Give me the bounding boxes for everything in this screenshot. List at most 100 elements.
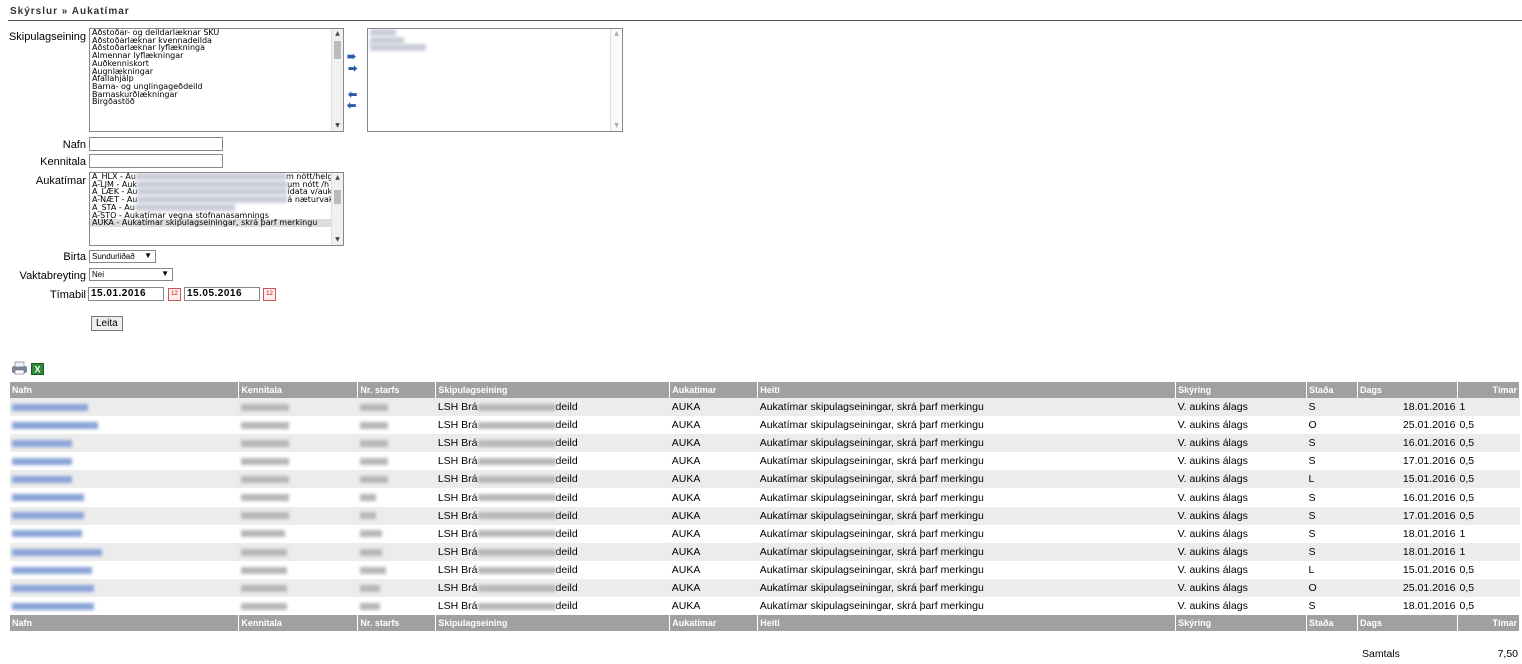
skipulag-option[interactable]: Birgðastöð	[90, 98, 343, 106]
aukatimar-option[interactable]: AUKA - Aukatímar skipulagseiningar, skrá…	[90, 219, 343, 227]
aukatimar-listbox[interactable]: A_HLX - Au m nótt/helgi A-LJM - Auk um nótt…	[89, 172, 344, 246]
table-row[interactable]: LSH Brá deild AUKA Aukatímar skipulagseinin…	[10, 506, 1520, 525]
calendar-icon[interactable]: 12	[263, 288, 276, 301]
cell-timar: 0,5	[1457, 434, 1520, 453]
column-header[interactable]: Dags	[1357, 615, 1458, 632]
cell-skyring: V. aukins álags	[1175, 470, 1307, 489]
column-header[interactable]: Nafn	[10, 382, 240, 398]
printer-icon[interactable]	[10, 361, 30, 380]
cell-skipulagseining: LSH Brá deild	[435, 470, 670, 489]
total-label: Samtals	[1362, 648, 1400, 660]
aukatimar-scrollbar[interactable]: ▲ ▼	[331, 173, 343, 245]
date-from-input[interactable]: 15.01.2016	[88, 287, 164, 301]
cell-nr-starfs	[358, 597, 436, 615]
cell-skipulagseining: LSH Brá deild	[437, 455, 578, 468]
cell-dags: 17.01.2016	[1402, 455, 1456, 468]
table-row[interactable]: LSH Brá deild AUKA Aukatímar skipulagseinin…	[10, 452, 1520, 470]
cell-timar: 1	[1459, 527, 1466, 540]
table-row[interactable]: LSH Brá deild AUKA Aukatímar skipulagseinin…	[10, 470, 1520, 489]
nafn-input[interactable]	[89, 137, 223, 151]
cell-nr-starfs	[357, 542, 436, 561]
cell-nafn[interactable]	[10, 398, 239, 417]
column-header[interactable]: Nr. starfs	[357, 382, 437, 398]
column-header[interactable]: Dags	[1357, 382, 1458, 398]
table-row[interactable]: LSH Brá deild AUKA Aukatímar skipulagseinin…	[10, 542, 1520, 561]
column-header[interactable]: Tímar	[1457, 615, 1521, 632]
table-row[interactable]: LSH Brá deild AUKA Aukatímar skipulagseinin…	[10, 398, 1520, 417]
column-header[interactable]: Staða	[1306, 615, 1359, 632]
cell-nr-starfs	[358, 416, 436, 434]
excel-icon[interactable]: X	[31, 362, 44, 380]
cell-aukatimar: AUKA	[669, 470, 758, 489]
cell-nafn[interactable]	[10, 452, 239, 470]
table-row[interactable]: LSH Brá deild AUKA Aukatímar skipulagseinin…	[10, 434, 1520, 453]
cell-nafn[interactable]	[10, 488, 239, 506]
cell-aukatimar: AUKA	[669, 434, 758, 453]
column-header[interactable]: Kennitala	[238, 615, 359, 632]
column-header[interactable]: Skýring	[1175, 615, 1308, 632]
column-header[interactable]: Nr. starfs	[357, 615, 437, 632]
birta-select[interactable]: Sundurliðað ▼	[89, 250, 156, 263]
skipulag-scrollbar[interactable]: ▲ ▼	[331, 29, 343, 131]
table-row[interactable]: LSH Brá deild AUKA Aukatímar skipulagseinin…	[10, 561, 1520, 579]
cell-nr-starfs	[357, 506, 436, 525]
vaktabreyting-select[interactable]: Nei ▼	[89, 268, 173, 281]
kennitala-label: Kennitala	[40, 156, 86, 168]
table-row[interactable]: LSH Brá deild AUKA Aukatímar skipulagseinin…	[10, 597, 1520, 615]
column-header[interactable]: Staða	[1306, 382, 1359, 398]
cell-aukatimar: AUKA	[671, 563, 701, 576]
chevron-down-icon: ▼	[144, 251, 152, 260]
cell-stada: O	[1308, 419, 1317, 432]
cell-dags: 18.01.2016	[1357, 542, 1458, 561]
calendar-icon[interactable]: 12	[168, 288, 181, 301]
cell-nafn[interactable]	[10, 506, 239, 525]
column-header[interactable]: Heiti	[757, 382, 1177, 398]
date-to-input[interactable]: 15.05.2016	[184, 287, 260, 301]
total-value: 7,50	[1497, 648, 1518, 660]
cell-nafn[interactable]	[10, 416, 239, 434]
cell-heiti: Aukatímar skipulagseiningar, skrá þarf m…	[757, 470, 1176, 489]
column-header[interactable]: Heiti	[757, 615, 1177, 632]
cell-skyring: V. aukins álags	[1177, 600, 1248, 613]
aukatimar-label: Aukatímar	[35, 175, 86, 187]
cell-aukatimar: AUKA	[671, 491, 701, 504]
redacted-text	[134, 203, 235, 211]
cell-kennitala	[238, 434, 358, 453]
cell-stada: L	[1306, 470, 1358, 489]
cell-nafn[interactable]	[10, 578, 239, 598]
cell-nr-starfs	[358, 452, 436, 470]
kennitala-input[interactable]	[89, 154, 223, 168]
table-row[interactable]: LSH Brá deild AUKA Aukatímar skipulagseinin…	[10, 525, 1520, 543]
column-header[interactable]: Skipulagseining	[435, 615, 671, 632]
cell-nafn[interactable]	[10, 561, 239, 579]
cell-skipulagseining: LSH Brá deild	[437, 491, 578, 504]
cell-nafn[interactable]	[10, 525, 239, 543]
column-header[interactable]: Aukatímar	[669, 382, 759, 398]
cell-skyring: V. aukins álags	[1177, 419, 1248, 432]
cell-nafn[interactable]	[10, 434, 239, 453]
table-row[interactable]: LSH Brá deild AUKA Aukatímar skipulagseinin…	[10, 416, 1520, 434]
cell-kennitala	[238, 578, 358, 598]
cell-nafn[interactable]	[10, 470, 239, 489]
table-row[interactable]: LSH Brá deild AUKA Aukatímar skipulagseinin…	[10, 578, 1520, 598]
selected-units-scrollbar[interactable]: ▲ ▼	[610, 29, 622, 131]
column-header[interactable]: Tímar	[1457, 382, 1521, 398]
column-header[interactable]: Skipulagseining	[435, 382, 671, 398]
column-header[interactable]: Skýring	[1175, 382, 1308, 398]
column-header[interactable]: Kennitala	[238, 382, 359, 398]
cell-skipulagseining: LSH Brá deild	[437, 563, 578, 576]
table-row[interactable]: LSH Brá deild AUKA Aukatímar skipulagseinin…	[10, 488, 1520, 506]
cell-kennitala	[238, 542, 358, 561]
cell-heiti: Aukatímar skipulagseiningar, skrá þarf m…	[759, 527, 984, 540]
search-button[interactable]: Leita	[91, 316, 123, 331]
cell-dags: 18.01.2016	[1402, 600, 1456, 613]
column-header[interactable]: Aukatímar	[669, 615, 759, 632]
skipulag-listbox[interactable]: Aðstoðar- og deildarlæknar SKU Aðstoðarlæ…	[89, 28, 344, 132]
add-selected-icon[interactable]: ➡	[348, 62, 357, 75]
remove-all-icon[interactable]: ⬅	[347, 99, 356, 112]
cell-nafn[interactable]	[10, 542, 239, 561]
cell-kennitala	[239, 597, 358, 615]
cell-nafn[interactable]	[10, 597, 239, 615]
selected-units-listbox[interactable]: ▲ ▼	[367, 28, 623, 132]
column-header[interactable]: Nafn	[10, 615, 240, 632]
